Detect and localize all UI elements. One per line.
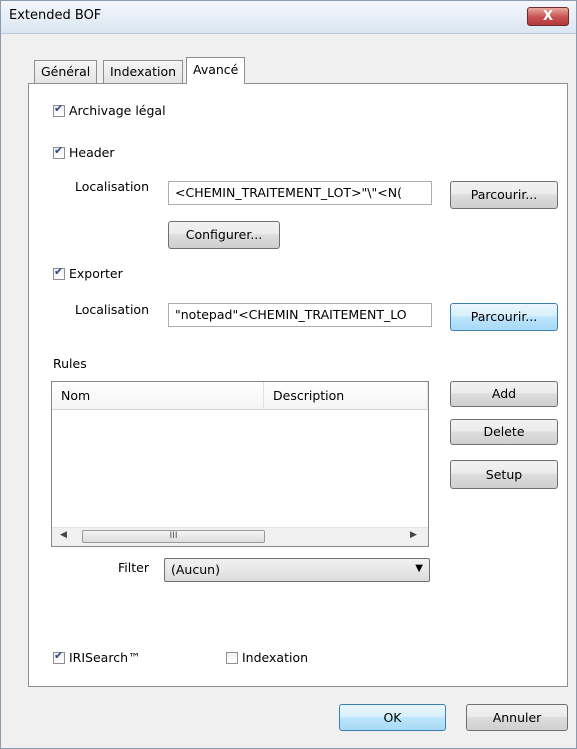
title-bar[interactable]: Extended BOF X — [1, 1, 576, 34]
tab-avance[interactable]: Avancé — [186, 57, 246, 84]
header-checkbox[interactable]: Header — [53, 144, 115, 160]
ok-button[interactable]: OK — [339, 704, 446, 731]
header-localisation-label: Localisation — [75, 179, 149, 194]
checkbox-box — [226, 651, 238, 664]
irisearch-checkbox[interactable]: IRISearch™ — [53, 649, 141, 665]
delete-button[interactable]: Delete — [450, 419, 558, 445]
header-browse-button[interactable]: Parcourir... — [450, 181, 558, 209]
cancel-button[interactable]: Annuler — [466, 704, 568, 731]
filter-dropdown[interactable]: (Aucun) ▼ — [164, 558, 430, 582]
tab-indexation[interactable]: Indexation — [103, 60, 184, 83]
window-title: Extended BOF — [9, 8, 102, 23]
checkbox-box — [53, 649, 65, 664]
checkbox-box — [53, 144, 65, 159]
column-header-nom[interactable]: Nom — [52, 382, 264, 410]
tab-panel-avance: Archivage légal Header Localisation <CHE… — [28, 83, 568, 687]
header-localisation-field[interactable]: <CHEMIN_TRAITEMENT_LOT>"\"<N( — [168, 181, 432, 205]
exporter-browse-button[interactable]: Parcourir... — [450, 303, 558, 331]
chevron-down-icon: ▼ — [415, 563, 423, 574]
close-button[interactable]: X — [527, 7, 569, 26]
rules-list[interactable]: Nom Description ◀ III ▶ — [51, 381, 429, 547]
scroll-left-icon[interactable]: ◀ — [60, 530, 67, 540]
scroll-thumb[interactable]: III — [82, 530, 265, 543]
dialog-window: Extended BOF X Général Indexation Avancé… — [0, 0, 577, 749]
setup-button[interactable]: Setup — [450, 460, 558, 489]
checkbox-box — [53, 102, 65, 117]
irisearch-label: IRISearch™ — [69, 650, 141, 665]
archivage-legal-checkbox[interactable]: Archivage légal — [53, 102, 166, 118]
scroll-right-icon[interactable]: ▶ — [410, 530, 417, 540]
exporter-label: Exporter — [69, 266, 123, 281]
add-button[interactable]: Add — [450, 381, 558, 407]
horizontal-scrollbar[interactable]: ◀ III ▶ — [52, 527, 428, 546]
exporter-localisation-label: Localisation — [75, 302, 149, 317]
filter-selected-value: (Aucun) — [171, 562, 220, 577]
indexation-label: Indexation — [242, 650, 309, 665]
indexation-checkbox[interactable]: Indexation — [226, 650, 308, 665]
filter-label: Filter — [118, 560, 149, 575]
configure-button[interactable]: Configurer... — [168, 221, 280, 249]
column-header-description[interactable]: Description — [264, 382, 428, 410]
exporter-checkbox[interactable]: Exporter — [53, 265, 123, 281]
rules-label: Rules — [53, 356, 87, 371]
archivage-legal-label: Archivage légal — [69, 103, 166, 118]
tab-general[interactable]: Général — [34, 60, 98, 83]
header-label: Header — [69, 145, 115, 160]
checkbox-box — [53, 265, 65, 280]
exporter-localisation-field[interactable]: "notepad"<CHEMIN_TRAITEMENT_LO — [168, 303, 432, 327]
